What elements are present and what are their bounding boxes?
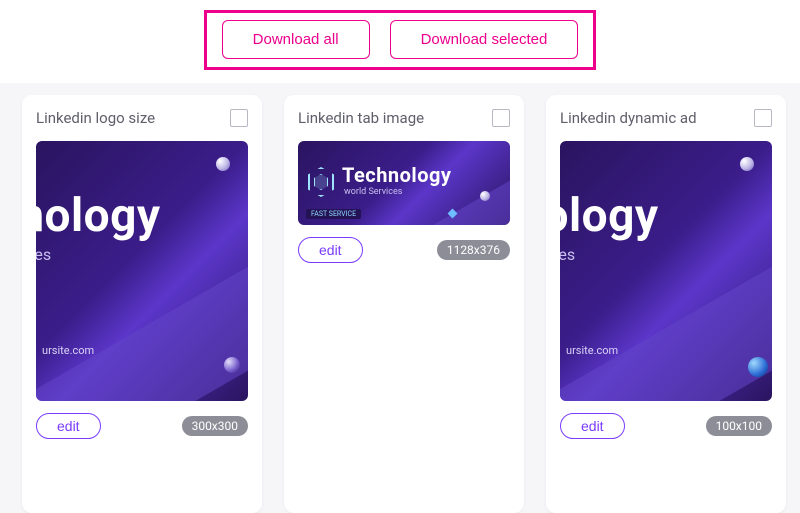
thumb-site-text: ursite.com [42,344,94,357]
dimensions-badge: 100x100 [706,416,772,436]
thumb-main-text: hnology [560,189,659,243]
image-card: Linkedin dynamic ad hnology ces ursite.c… [546,95,786,513]
thumbnail[interactable]: hnology ces ursite.com [560,141,772,401]
card-header: Linkedin tab image [298,109,510,127]
dimensions-badge: 300x300 [182,416,248,436]
card-title: Linkedin logo size [36,109,155,127]
thumb-main-text: hnology [36,189,161,243]
toolbar: Download all Download selected [0,0,800,83]
card-header: Linkedin dynamic ad [560,109,772,127]
stripe-decor [560,222,772,401]
download-all-button[interactable]: Download all [222,20,370,59]
orb-decor [224,357,240,373]
card-grid: Linkedin logo size hnology ces ursite.co… [0,83,800,513]
orb-decor [740,157,754,171]
select-checkbox[interactable] [754,109,772,127]
select-checkbox[interactable] [230,109,248,127]
card-footer: edit 1128x376 [298,237,510,263]
thumb-tag: FAST SERVICE [306,209,361,219]
thumb-main-text: Technology [342,163,452,187]
thumb-site-text: ursite.com [566,344,618,357]
orb-decor [748,357,768,377]
thumb-sub-text: world Services [344,187,402,197]
thumb-sub-text: ces [36,245,51,264]
select-checkbox[interactable] [492,109,510,127]
orb-decor [216,157,230,171]
edit-button[interactable]: edit [298,237,363,263]
orb-decor [480,191,490,201]
card-footer: edit 100x100 [560,413,772,439]
image-card: Linkedin tab image Technology world Serv… [284,95,524,513]
download-selected-button[interactable]: Download selected [390,20,579,59]
dimensions-badge: 1128x376 [437,240,510,260]
card-title: Linkedin dynamic ad [560,109,697,127]
thumbnail[interactable]: hnology ces ursite.com [36,141,248,401]
thumbnail[interactable]: Technology world Services FAST SERVICE [298,141,510,225]
edit-button[interactable]: edit [36,413,101,439]
card-title: Linkedin tab image [298,109,424,127]
card-footer: edit 300x300 [36,413,248,439]
stripe-decor [36,222,248,401]
edit-button[interactable]: edit [560,413,625,439]
image-card: Linkedin logo size hnology ces ursite.co… [22,95,262,513]
card-header: Linkedin logo size [36,109,248,127]
thumb-sub-text: ces [560,245,575,264]
